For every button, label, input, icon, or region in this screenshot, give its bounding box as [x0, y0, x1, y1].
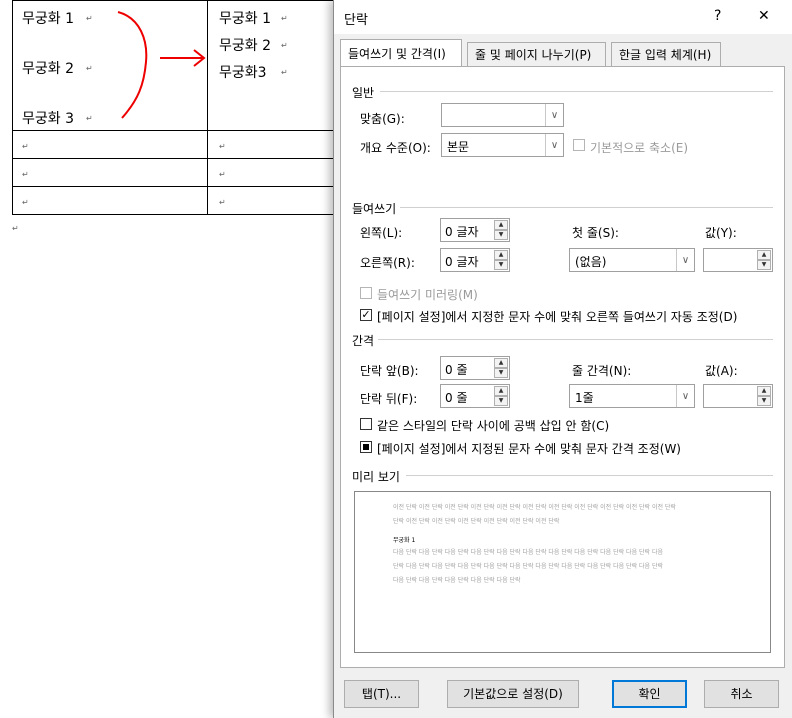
chevron-down-icon[interactable]: ∨: [545, 104, 563, 126]
snap-to-grid-label: [페이지 설정]에서 지정된 문자 수에 맞춰 문자 간격 조정(W): [377, 442, 681, 456]
spin-down-icon[interactable]: ▼: [494, 230, 508, 240]
tab-line-page-breaks[interactable]: 줄 및 페이지 나누기(P): [467, 42, 606, 66]
spin-up-icon[interactable]: ▲: [757, 250, 771, 260]
outline-level-label: 개요 수준(O):: [360, 141, 431, 155]
line-spacing-at-spinner[interactable]: ▲ ▼: [703, 384, 773, 408]
first-line-select[interactable]: (없음) ∨: [569, 248, 695, 272]
preview-next-line: 다음 단락 다음 단락 다음 단락 다음 단락 다음 단락: [393, 577, 521, 584]
snap-to-grid-checkbox[interactable]: [360, 441, 372, 453]
collapsed-checkbox[interactable]: [573, 139, 585, 151]
section-separator: [406, 475, 773, 476]
preview-prev-line: 단락 이전 단락 이전 단락 이전 단락 이전 단락 이전 단락 이전 단락: [393, 518, 560, 525]
auto-adjust-indent-checkbox[interactable]: ✓: [360, 309, 372, 321]
no-space-same-style-label: 같은 스타일의 단락 사이에 공백 삽입 안 함(C): [377, 419, 610, 433]
spin-down-icon[interactable]: ▼: [494, 368, 508, 378]
collapsed-label: 기본적으로 축소(E): [590, 141, 689, 155]
preview-next-line: 다음 단락 다음 단락 다음 단락 다음 단락 다음 단락 다음 단락 다음 단…: [393, 549, 663, 556]
chevron-down-icon[interactable]: ∨: [545, 134, 563, 156]
outline-level-value: 본문: [447, 140, 470, 154]
tabs-button[interactable]: 탭(T)...: [344, 680, 419, 708]
alignment-label: 맞춤(G):: [360, 112, 405, 126]
spin-up-icon[interactable]: ▲: [494, 220, 508, 230]
arrow-annotation: [160, 49, 206, 67]
help-button[interactable]: ?: [714, 8, 721, 24]
mirror-indents-checkbox[interactable]: [360, 287, 372, 299]
line-spacing-value: 1줄: [575, 391, 594, 405]
indent-left-value: 0 글자: [445, 225, 479, 239]
cancel-button[interactable]: 취소: [704, 680, 779, 708]
preview-next-line: 단락 다음 단락 다음 단락 다음 단락 다음 단락 다음 단락 다음 단락 다…: [393, 563, 663, 570]
outline-level-select[interactable]: 본문 ∨: [441, 133, 564, 157]
section-preview: 미리 보기: [352, 468, 404, 485]
indent-by-label: 값(Y):: [705, 226, 737, 240]
spacing-after-label: 단락 뒤(F):: [360, 392, 418, 406]
close-icon[interactable]: ✕: [758, 8, 770, 24]
tab-asian-typography[interactable]: 한글 입력 체계(H): [611, 42, 721, 66]
preview-prev-line: 이전 단락 이전 단락 이전 단락 이전 단락 이전 단락 이전 단락 이전 단…: [393, 504, 676, 511]
indent-right-spinner[interactable]: 0 글자 ▲ ▼: [440, 248, 510, 272]
spin-down-icon[interactable]: ▼: [757, 396, 771, 406]
indent-right-label: 오른쪽(R):: [360, 256, 415, 270]
section-spacing: 간격: [352, 332, 379, 349]
tab-indents-spacing[interactable]: 들여쓰기 및 간격(I): [340, 39, 462, 66]
spacing-after-value: 0 줄: [445, 391, 468, 405]
set-default-button[interactable]: 기본값으로 설정(D): [447, 680, 579, 708]
spin-down-icon[interactable]: ▼: [494, 260, 508, 270]
spacing-after-spinner[interactable]: 0 줄 ▲ ▼: [440, 384, 510, 408]
first-line-label: 첫 줄(S):: [572, 226, 619, 240]
dialog-titlebar[interactable]: 단락 ? ✕: [334, 0, 792, 34]
indent-by-spinner[interactable]: ▲ ▼: [703, 248, 773, 272]
line-spacing-at-label: 값(A):: [705, 364, 738, 378]
auto-adjust-indent-label: [페이지 설정]에서 지정한 문자 수에 맞춰 오른쪽 들여쓰기 자동 조정(D…: [377, 310, 738, 324]
spin-down-icon[interactable]: ▼: [757, 260, 771, 270]
chevron-down-icon[interactable]: ∨: [676, 385, 694, 407]
section-separator: [400, 207, 773, 208]
spin-up-icon[interactable]: ▲: [494, 358, 508, 368]
spin-up-icon[interactable]: ▲: [494, 386, 508, 396]
paragraph-dialog: 단락 ? ✕ 들여쓰기 및 간격(I) 줄 및 페이지 나누기(P) 한글 입력…: [333, 0, 792, 718]
spacing-before-value: 0 줄: [445, 363, 468, 377]
line-spacing-select[interactable]: 1줄 ∨: [569, 384, 695, 408]
mirror-indents-label: 들여쓰기 미러링(M): [377, 288, 478, 302]
ok-button[interactable]: 확인: [612, 680, 687, 708]
first-line-value: (없음): [575, 255, 607, 269]
spin-down-icon[interactable]: ▼: [494, 396, 508, 406]
spin-up-icon[interactable]: ▲: [757, 386, 771, 396]
indent-left-spinner[interactable]: 0 글자 ▲ ▼: [440, 218, 510, 242]
dialog-title: 단락: [344, 13, 368, 28]
section-separator: [380, 91, 773, 92]
section-indentation: 들여쓰기: [352, 200, 401, 217]
no-space-same-style-checkbox[interactable]: [360, 418, 372, 430]
line-spacing-label: 줄 간격(N):: [572, 364, 632, 378]
alignment-select[interactable]: ∨: [441, 103, 564, 127]
chevron-down-icon[interactable]: ∨: [676, 249, 694, 271]
bracket-annotation: [117, 11, 148, 119]
spacing-before-label: 단락 앞(B):: [360, 364, 419, 378]
section-separator: [378, 339, 773, 340]
indent-left-label: 왼쪽(L):: [360, 226, 403, 240]
preview-box: 이전 단락 이전 단락 이전 단락 이전 단락 이전 단락 이전 단락 이전 단…: [354, 491, 771, 653]
spin-up-icon[interactable]: ▲: [494, 250, 508, 260]
preview-current-paragraph: 무궁화 1: [393, 537, 416, 544]
section-general: 일반: [352, 84, 379, 101]
indent-right-value: 0 글자: [445, 255, 479, 269]
spacing-before-spinner[interactable]: 0 줄 ▲ ▼: [440, 356, 510, 380]
